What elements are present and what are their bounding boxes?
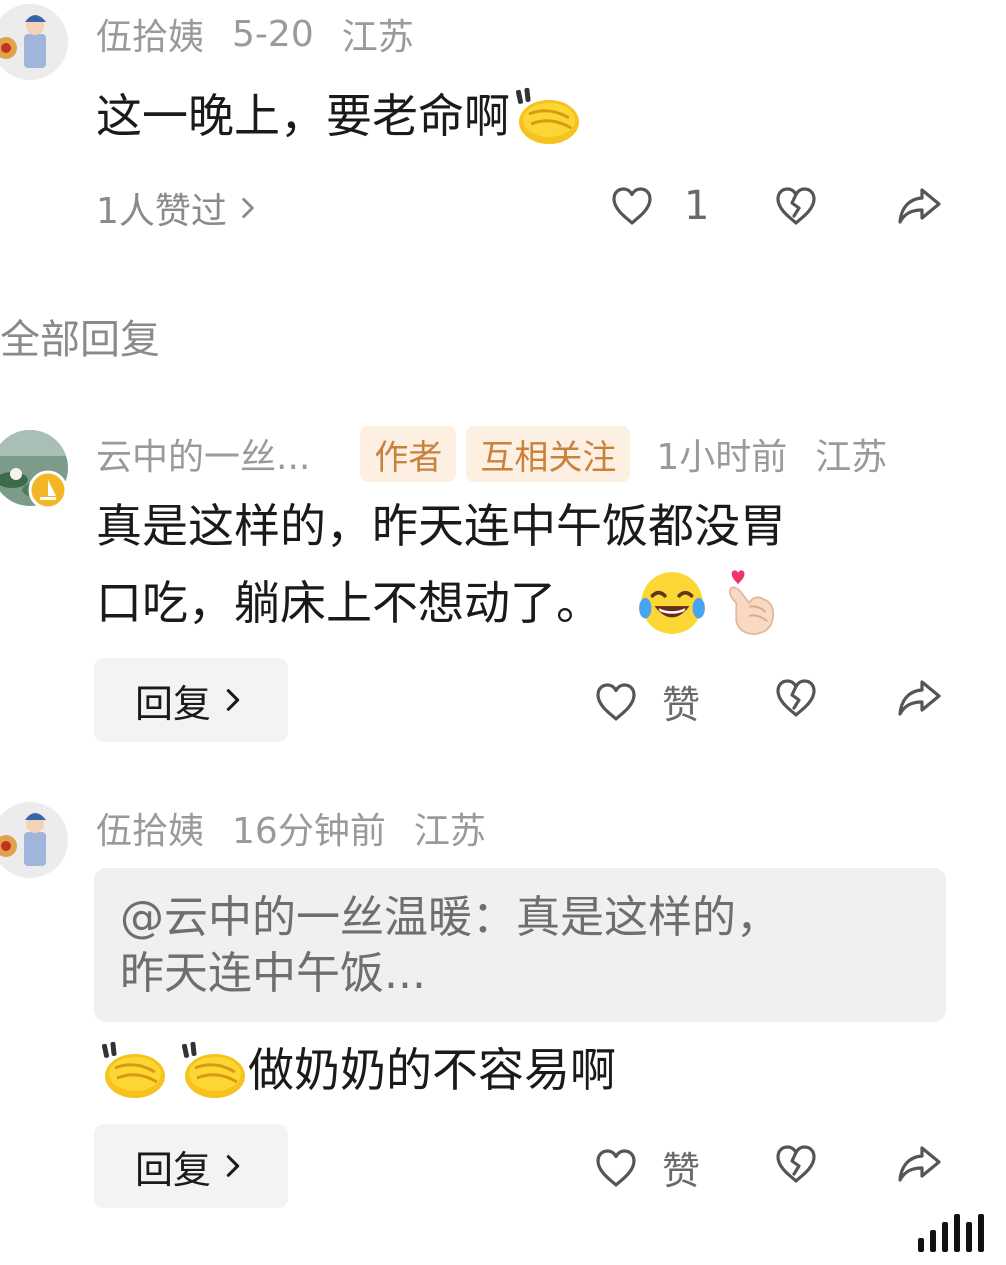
like-label: 赞: [662, 1149, 701, 1193]
heart-icon: [592, 1144, 640, 1192]
clap-hands-emoji: [96, 1038, 168, 1102]
liked-by-link[interactable]: 1人赞过: [96, 180, 261, 236]
signal-watermark: [918, 1212, 984, 1252]
share-button[interactable]: [894, 674, 944, 722]
reply-text-line-2: 口吃，躺床上不想动了。: [96, 576, 602, 630]
like-button[interactable]: 赞: [592, 1140, 700, 1195]
reply-button-label: 回复: [134, 1147, 211, 1192]
share-icon: [894, 182, 944, 230]
reply-text-row-2: 口吃，躺床上不想动了。: [96, 566, 782, 640]
reply-button[interactable]: 回复: [94, 1124, 288, 1208]
username[interactable]: 伍拾姨: [96, 802, 204, 854]
comment-meta: 伍拾姨 5-20 江苏: [96, 6, 414, 62]
chevron-right-icon: [219, 1152, 247, 1180]
reply-location: 江苏: [413, 811, 486, 852]
reply-time: 1小时前: [656, 437, 788, 478]
quoted-reply[interactable]: @云中的一丝温暖：真是这样的， 昨天连中午饭...: [94, 868, 946, 1022]
reply-text-row: 做奶奶的不容易啊: [96, 1034, 616, 1106]
reply-meta: 云中的一丝... 作者 互相关注 1小时前 江苏: [96, 426, 887, 482]
reply-time: 16分钟前: [232, 811, 386, 852]
clap-hands-emoji: [176, 1038, 248, 1102]
like-label: 赞: [662, 683, 701, 727]
finger-heart-emoji: [718, 566, 782, 640]
reply-button-label: 回复: [134, 681, 211, 726]
comment-date: 5-20: [232, 13, 314, 55]
liked-by-label: 1人赞过: [96, 191, 227, 232]
heart-icon: [592, 678, 640, 726]
reply-location: 江苏: [815, 437, 888, 478]
share-icon: [894, 1140, 944, 1188]
like-button[interactable]: 赞: [592, 674, 700, 729]
section-title: 全部回复: [0, 317, 160, 363]
heart-icon: [608, 182, 656, 230]
dislike-button[interactable]: [772, 1140, 820, 1188]
share-button[interactable]: [894, 182, 944, 230]
dislike-button[interactable]: [772, 674, 820, 722]
dislike-button[interactable]: [772, 182, 820, 230]
reply-button[interactable]: 回复: [94, 658, 288, 742]
comment-text-row: 这一晚上，要老命啊: [96, 80, 582, 152]
avatar[interactable]: [0, 802, 68, 878]
like-button[interactable]: 1: [608, 182, 709, 230]
username[interactable]: 云中的一丝...: [96, 428, 310, 480]
avatar[interactable]: [0, 4, 68, 80]
reply-meta: 伍拾姨 16分钟前 江苏: [96, 800, 486, 856]
like-count: 1: [684, 183, 710, 229]
broken-heart-icon: [772, 1140, 820, 1188]
author-tag: 作者: [360, 426, 457, 482]
mutual-follow-tag: 互相关注: [466, 426, 631, 482]
reply-text: 做奶奶的不容易啊: [248, 1043, 616, 1097]
clap-hands-emoji: [510, 84, 582, 148]
share-button[interactable]: [894, 1140, 944, 1188]
level-badge-icon: [28, 470, 68, 510]
quote-line-2: 昨天连中午饭...: [120, 948, 426, 999]
broken-heart-icon: [772, 182, 820, 230]
quote-line-1: @云中的一丝温暖：真是这样的，: [120, 892, 780, 943]
username[interactable]: 伍拾姨: [96, 8, 204, 60]
chevron-right-icon: [235, 195, 261, 221]
share-icon: [894, 674, 944, 722]
broken-heart-icon: [772, 674, 820, 722]
tears-of-joy-emoji: [636, 567, 708, 639]
chevron-right-icon: [219, 686, 247, 714]
comment-text: 这一晚上，要老命啊: [96, 89, 510, 143]
reply-text-line-1: 真是这样的，昨天连中午饭都没胃: [96, 499, 786, 553]
comment-location: 江苏: [341, 17, 414, 58]
